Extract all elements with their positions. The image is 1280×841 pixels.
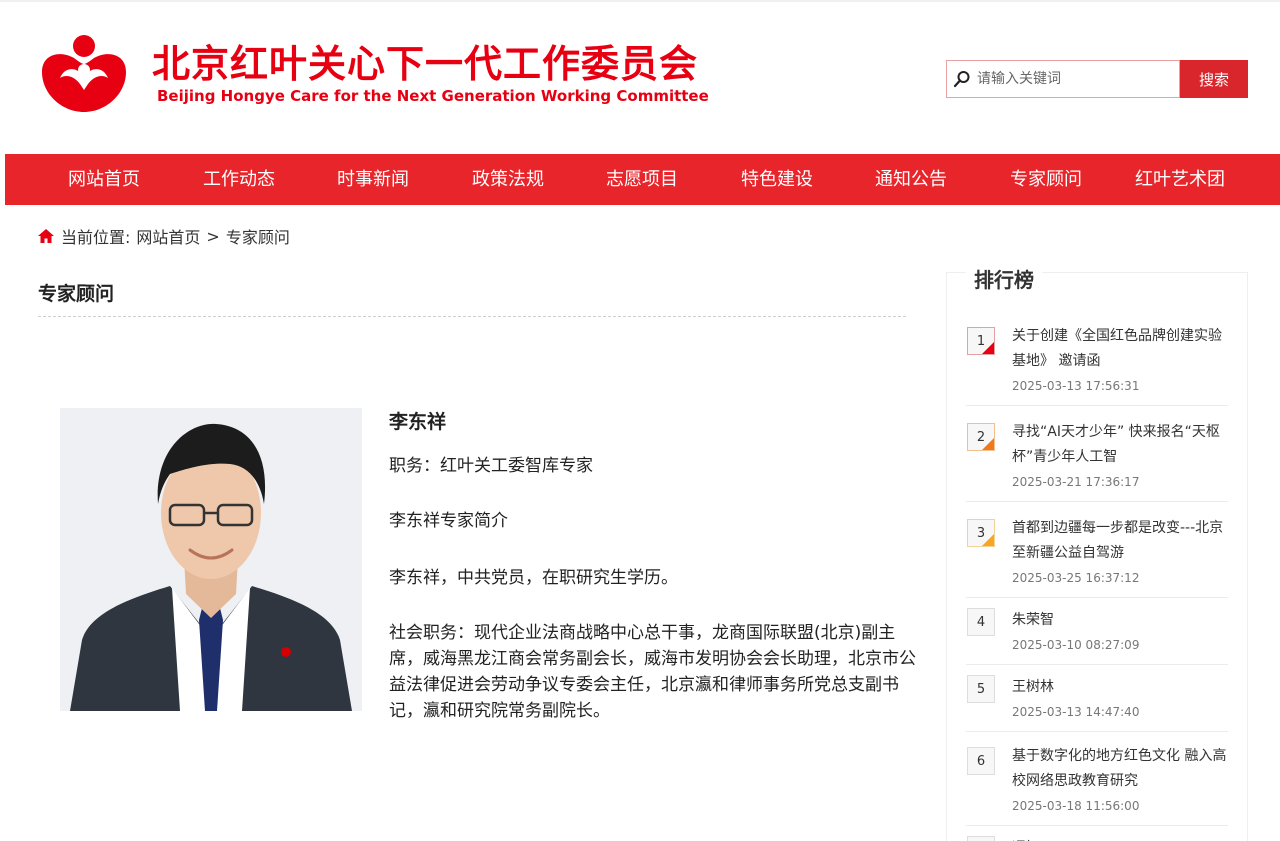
nav-item-experts[interactable]: 专家顾问 xyxy=(1010,154,1082,205)
ranking-item-date: 2025-03-18 11:56:00 xyxy=(1012,799,1140,813)
ranking-item[interactable]: 5 王树林 2025-03-13 14:47:40 xyxy=(966,665,1228,732)
ranking-item-title[interactable]: 朱荣智 xyxy=(1012,608,1228,633)
ranking-item-title[interactable]: 基于数字化的地方红色文化 融入高校网络思政教育研究 xyxy=(1012,744,1228,794)
ranking-item-date: 2025-03-13 17:56:31 xyxy=(1012,379,1140,393)
expert-intro-heading: 李东祥专家简介 xyxy=(389,511,508,531)
search-icon xyxy=(947,61,977,97)
breadcrumb-prefix: 当前位置: xyxy=(61,228,131,247)
nav-item-current-news[interactable]: 时事新闻 xyxy=(337,154,409,205)
rank-number: 3 xyxy=(967,519,995,547)
ranking-item-date: 2025-03-13 14:47:40 xyxy=(1012,705,1140,719)
breadcrumb-home-link[interactable]: 网站首页 xyxy=(136,224,200,248)
expert-position: 职务：红叶关工委智库专家 xyxy=(389,456,593,476)
ranking-list: 1 关于创建《全国红色品牌创建实验基地》 邀请函 2025-03-13 17:5… xyxy=(966,320,1228,841)
section-divider xyxy=(38,316,906,317)
nav-item-art-troupe[interactable]: 红叶艺术团 xyxy=(1135,154,1225,205)
rank-number: 4 xyxy=(967,608,995,636)
search-input[interactable] xyxy=(977,62,1167,96)
breadcrumb: 当前位置: 网站首页 > 专家顾问 xyxy=(37,224,290,248)
ranking-item-title[interactable]: 关于创建《全国红色品牌创建实验基地》 邀请函 xyxy=(1012,324,1228,374)
ranking-item-date: 2025-03-21 17:36:17 xyxy=(1012,475,1140,489)
ranking-item-title[interactable]: 通知 xyxy=(1012,836,1228,841)
ranking-title: 排行榜 xyxy=(966,264,1042,293)
search-box xyxy=(946,60,1180,98)
expert-bio: 李东祥，中共党员，在职研究生学历。 xyxy=(389,568,678,588)
expert-social-roles: 社会职务：现代企业法商战略中心总干事，龙商国际联盟(北京)副主席，威海黑龙江商会… xyxy=(389,623,916,721)
ranking-item[interactable]: 3 首都到边疆每一步都是改变---北京至新疆公益自驾游 2025-03-25 1… xyxy=(966,502,1228,598)
ranking-item-date: 2025-03-10 08:27:09 xyxy=(1012,638,1140,652)
ranking-item[interactable]: 1 关于创建《全国红色品牌创建实验基地》 邀请函 2025-03-13 17:5… xyxy=(966,320,1228,406)
section-title: 专家顾问 xyxy=(38,283,115,305)
breadcrumb-current[interactable]: 专家顾问 xyxy=(226,224,290,248)
ranking-item[interactable]: 6 基于数字化的地方红色文化 融入高校网络思政教育研究 2025-03-18 1… xyxy=(966,732,1228,826)
ranking-item-date: 2025-03-25 16:37:12 xyxy=(1012,571,1140,585)
site-title: 北京红叶关心下一代工作委员会 xyxy=(152,42,699,86)
top-border xyxy=(0,0,1280,2)
nav-item-features[interactable]: 特色建设 xyxy=(741,154,813,205)
breadcrumb-separator: > xyxy=(206,226,220,246)
expert-name: 李东祥 xyxy=(389,411,447,433)
nav-item-notices[interactable]: 通知公告 xyxy=(875,154,947,205)
rank-corner-icon xyxy=(982,342,994,354)
rank-number: 6 xyxy=(967,747,995,775)
rank-corner-icon xyxy=(982,438,994,450)
search-button[interactable]: 搜索 xyxy=(1180,60,1248,98)
ranking-item-title[interactable]: 寻找“AI天才少年” 快来报名“天枢杯”青少年人工智 xyxy=(1012,420,1228,470)
ranking-item-title[interactable]: 首都到边疆每一步都是改变---北京至新疆公益自驾游 xyxy=(1012,516,1228,566)
nav-item-policy[interactable]: 政策法规 xyxy=(472,154,544,205)
ranking-item[interactable]: 2 寻找“AI天才少年” 快来报名“天枢杯”青少年人工智 2025-03-21 … xyxy=(966,406,1228,502)
main-nav: 网站首页 工作动态 时事新闻 政策法规 志愿项目 特色建设 通知公告 专家顾问 … xyxy=(5,154,1280,205)
ranking-item[interactable]: 7 通知 xyxy=(966,826,1228,841)
rank-number: 2 xyxy=(967,423,995,451)
rank-number: 1 xyxy=(967,327,995,355)
nav-item-home[interactable]: 网站首页 xyxy=(68,154,140,205)
rank-number: 5 xyxy=(967,675,995,703)
ranking-item-title[interactable]: 王树林 xyxy=(1012,675,1228,700)
nav-item-work-news[interactable]: 工作动态 xyxy=(203,154,275,205)
hongye-logo-icon[interactable] xyxy=(38,34,130,114)
expert-photo xyxy=(60,408,362,711)
nav-item-volunteer[interactable]: 志愿项目 xyxy=(606,154,678,205)
site-subtitle: Beijing Hongye Care for the Next Generat… xyxy=(157,87,709,105)
rank-number: 7 xyxy=(967,836,995,841)
home-icon xyxy=(37,227,55,245)
ranking-item[interactable]: 4 朱荣智 2025-03-10 08:27:09 xyxy=(966,598,1228,665)
rank-corner-icon xyxy=(982,534,994,546)
